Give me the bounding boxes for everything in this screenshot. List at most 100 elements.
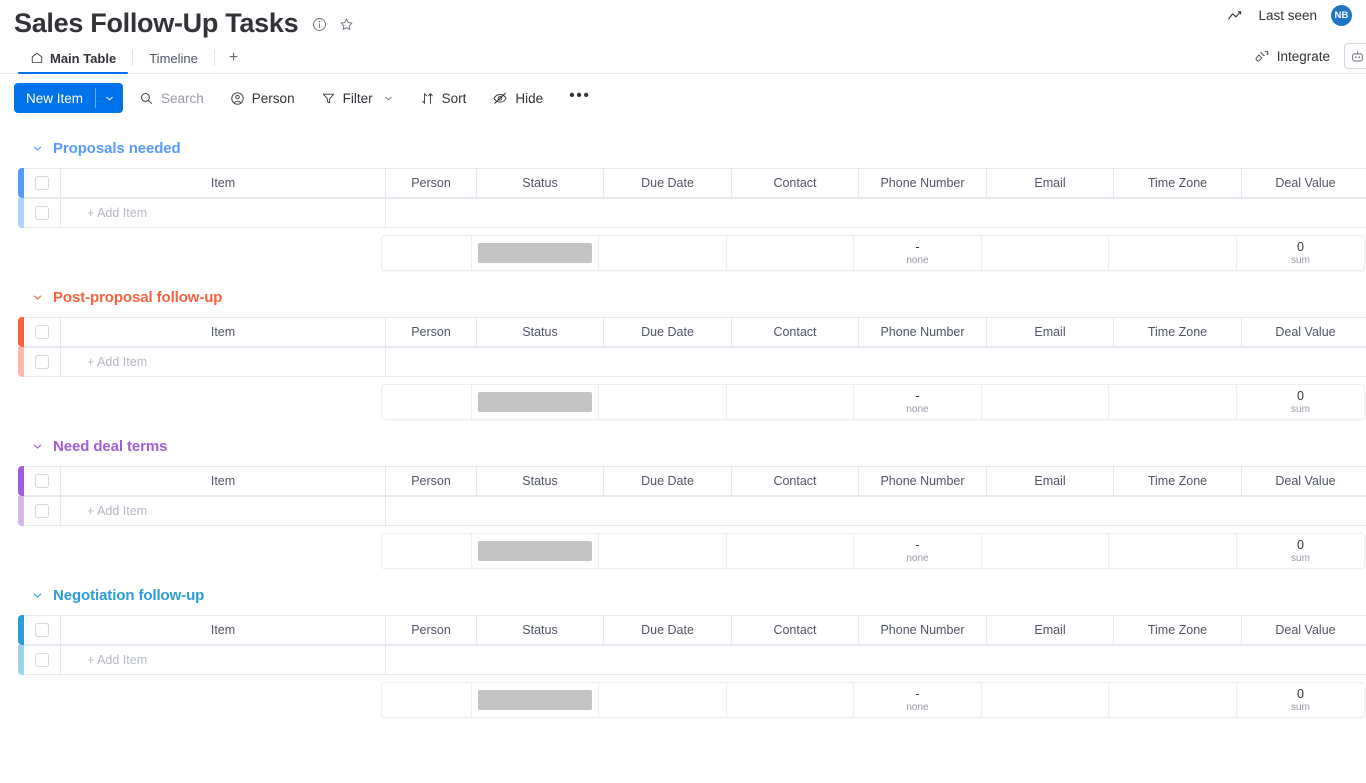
select-all-cell[interactable] (24, 466, 60, 496)
summary-cell[interactable] (599, 384, 727, 420)
summary-cell-deal-value[interactable]: 0sum (1237, 235, 1365, 271)
tab-main-table[interactable]: Main Table (14, 43, 132, 73)
column-header[interactable]: Phone Number (859, 168, 987, 198)
column-header[interactable]: Email (987, 168, 1114, 198)
column-header-item[interactable]: Item (60, 466, 386, 496)
checkbox-icon[interactable] (35, 474, 49, 488)
filter-button[interactable]: Filter (311, 86, 404, 111)
more-options-button[interactable]: ••• (559, 86, 600, 110)
add-item-label[interactable]: + Add Item (60, 496, 386, 526)
add-item-label[interactable]: + Add Item (60, 645, 386, 675)
group-title[interactable]: Need deal terms (53, 438, 167, 455)
summary-cell[interactable] (599, 682, 727, 718)
group-title[interactable]: Negotiation follow-up (53, 587, 204, 604)
summary-cell[interactable] (727, 384, 854, 420)
column-header[interactable]: Phone Number (859, 615, 987, 645)
column-header[interactable]: Person (386, 317, 477, 347)
sort-button[interactable]: Sort (410, 86, 477, 111)
select-all-cell[interactable] (24, 317, 60, 347)
column-header-item[interactable]: Item (60, 317, 386, 347)
summary-cell-deal-value[interactable]: 0sum (1237, 682, 1365, 718)
column-header[interactable]: Contact (732, 615, 859, 645)
summary-cell[interactable] (982, 533, 1109, 569)
summary-cell[interactable] (727, 682, 854, 718)
search-button[interactable]: Search (129, 86, 214, 111)
add-item-label[interactable]: + Add Item (60, 347, 386, 377)
column-header[interactable]: Time Zone (1114, 317, 1242, 347)
column-header[interactable]: Due Date (604, 615, 732, 645)
summary-cell[interactable] (982, 235, 1109, 271)
add-item-row[interactable]: + Add Item (18, 198, 1366, 228)
add-view-button[interactable]: + (215, 43, 252, 73)
summary-cell-status[interactable] (472, 533, 599, 569)
summary-cell-phone[interactable]: -none (854, 235, 982, 271)
summary-cell[interactable] (982, 384, 1109, 420)
summary-cell[interactable] (599, 533, 727, 569)
summary-cell-phone[interactable]: -none (854, 384, 982, 420)
column-header[interactable]: Person (386, 168, 477, 198)
column-header-item[interactable]: Item (60, 168, 386, 198)
new-item-button[interactable]: New Item (14, 83, 123, 113)
summary-cell[interactable] (1109, 682, 1237, 718)
column-header-item[interactable]: Item (60, 615, 386, 645)
checkbox-icon[interactable] (35, 653, 49, 667)
summary-cell[interactable] (727, 533, 854, 569)
column-header[interactable]: Person (386, 466, 477, 496)
row-select-cell[interactable] (24, 347, 60, 377)
row-select-cell[interactable] (24, 496, 60, 526)
summary-cell-status[interactable] (472, 384, 599, 420)
row-select-cell[interactable] (24, 645, 60, 675)
column-header[interactable]: Deal Value (1242, 317, 1366, 347)
checkbox-icon[interactable] (35, 176, 49, 190)
add-item-label[interactable]: + Add Item (60, 198, 386, 228)
summary-cell-status[interactable] (472, 235, 599, 271)
summary-cell-status[interactable] (472, 682, 599, 718)
column-header[interactable]: Person (386, 615, 477, 645)
summary-cell[interactable] (982, 682, 1109, 718)
column-header[interactable]: Status (477, 317, 604, 347)
avatar[interactable]: NB (1331, 5, 1352, 26)
select-all-cell[interactable] (24, 615, 60, 645)
column-header[interactable]: Time Zone (1114, 615, 1242, 645)
column-header[interactable]: Contact (732, 317, 859, 347)
summary-cell[interactable] (1109, 235, 1237, 271)
summary-cell[interactable] (381, 384, 472, 420)
group-title[interactable]: Proposals needed (53, 140, 181, 157)
star-icon[interactable] (339, 17, 354, 32)
chevron-down-icon[interactable] (31, 291, 44, 304)
column-header[interactable]: Email (987, 615, 1114, 645)
summary-cell[interactable] (381, 533, 472, 569)
automate-button[interactable] (1344, 43, 1366, 69)
column-header[interactable]: Email (987, 317, 1114, 347)
chevron-down-icon[interactable] (31, 440, 44, 453)
summary-cell-phone[interactable]: -none (854, 682, 982, 718)
hide-button[interactable]: Hide (482, 85, 553, 111)
info-circle-icon[interactable] (312, 17, 327, 32)
checkbox-icon[interactable] (35, 325, 49, 339)
summary-cell[interactable] (1109, 533, 1237, 569)
column-header[interactable]: Status (477, 615, 604, 645)
summary-cell-deal-value[interactable]: 0sum (1237, 533, 1365, 569)
column-header[interactable]: Status (477, 466, 604, 496)
chevron-down-icon[interactable] (383, 93, 394, 104)
chevron-down-icon[interactable] (96, 83, 123, 113)
column-header[interactable]: Deal Value (1242, 466, 1366, 496)
tab-timeline[interactable]: Timeline (133, 43, 214, 73)
column-header[interactable]: Time Zone (1114, 466, 1242, 496)
summary-cell[interactable] (381, 235, 472, 271)
select-all-cell[interactable] (24, 168, 60, 198)
summary-cell[interactable] (727, 235, 854, 271)
column-header[interactable]: Due Date (604, 466, 732, 496)
summary-cell[interactable] (1109, 384, 1237, 420)
checkbox-icon[interactable] (35, 206, 49, 220)
column-header[interactable]: Due Date (604, 317, 732, 347)
group-title[interactable]: Post-proposal follow-up (53, 289, 222, 306)
column-header[interactable]: Due Date (604, 168, 732, 198)
add-item-row[interactable]: + Add Item (18, 645, 1366, 675)
column-header[interactable]: Contact (732, 168, 859, 198)
column-header[interactable]: Deal Value (1242, 615, 1366, 645)
person-filter-button[interactable]: Person (220, 86, 305, 111)
summary-cell-deal-value[interactable]: 0sum (1237, 384, 1365, 420)
column-header[interactable]: Phone Number (859, 466, 987, 496)
summary-cell[interactable] (381, 682, 472, 718)
